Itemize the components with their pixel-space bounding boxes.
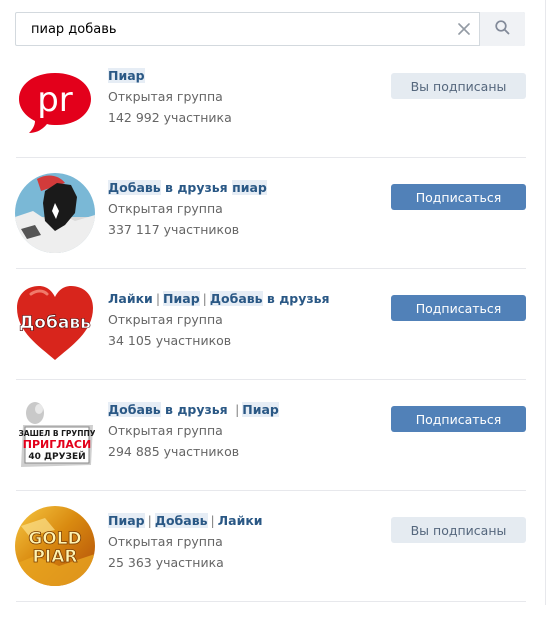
group-type: Открытая группа [108,89,223,104]
group-avatar-label: PIAR [32,547,77,567]
search-bar [15,12,525,46]
group-avatar[interactable]: pr [15,67,95,147]
group-avatar[interactable]: ЗАШЕЛ В ГРУППУ ПРИГЛАСИ 40 ДРУЗЕЙ [15,395,95,475]
group-avatar[interactable]: GOLD PIAR [15,506,95,586]
group-avatar-label: ЗАШЕЛ В ГРУППУ [18,429,95,438]
group-members-count: 142 992 участника [108,110,232,125]
group-avatar-label: 40 ДРУЗЕЙ [28,450,85,462]
divider [16,490,526,491]
group-avatar-label: pr [37,80,73,120]
group-avatar-label: Добавь [19,313,91,333]
group-type: Открытая группа [108,201,223,216]
group-members-count: 294 885 участников [108,444,240,459]
divider [16,379,526,380]
group-info: Добавь в друзья | Пиар Открытая группа 29… [108,402,388,460]
subscribe-button[interactable]: Подписаться [391,295,526,321]
search-input[interactable] [16,13,446,45]
group-name[interactable]: Пиар [108,68,388,83]
group-type: Открытая группа [108,534,223,549]
group-info: Пиар Открытая группа 142 992 участника [108,68,388,126]
group-avatar-label: ПРИГЛАСИ [23,438,91,451]
group-info: Добавь в друзья пиар Открытая группа 337… [108,180,388,238]
group-name[interactable]: Добавь в друзья | Пиар [108,402,388,417]
group-name[interactable]: Добавь в друзья пиар [108,180,388,195]
group-members-count: 337 117 участников [108,222,240,237]
group-avatar[interactable]: Добавь [15,284,95,364]
group-avatar[interactable] [15,173,95,253]
subscribe-button[interactable]: Подписаться [391,406,526,432]
group-info: Пиар | Добавь | Лайки Открытая группа 25 363… [108,513,388,571]
divider [16,268,526,269]
group-type: Открытая группа [108,423,223,438]
group-info: Лайки | Пиар | Добавь в друзья Открытая груп… [108,291,388,349]
group-members-count: 25 363 участника [108,555,224,570]
group-type: Открытая группа [108,312,223,327]
subscribed-button[interactable]: Вы подписаны [391,73,526,99]
divider [16,601,526,602]
search-icon [495,19,510,39]
subscribed-button[interactable]: Вы подписаны [391,517,526,543]
group-name[interactable]: Пиар | Добавь | Лайки [108,513,388,528]
panel-right-border [545,0,546,605]
search-button[interactable] [479,12,525,46]
group-item: pr Пиар Открытая группа 142 992 участник… [15,67,526,178]
group-name[interactable]: Лайки | Пиар | Добавь в друзья [108,291,388,306]
group-members-count: 34 105 участников [108,333,232,348]
close-icon[interactable] [449,13,479,45]
divider [16,157,526,158]
group-avatar-label: GOLD [28,529,81,549]
subscribe-button[interactable]: Подписаться [391,184,526,210]
